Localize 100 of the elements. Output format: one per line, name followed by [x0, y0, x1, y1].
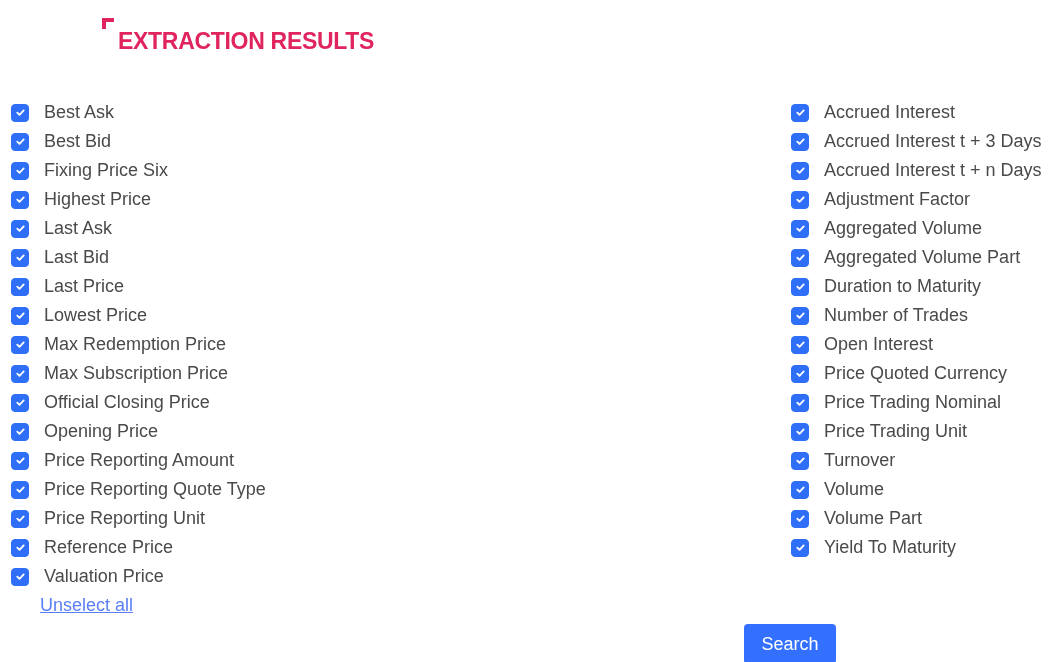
- check-icon: [794, 310, 806, 321]
- check-icon: [794, 107, 806, 118]
- checkbox[interactable]: [11, 248, 29, 267]
- field-label: Accrued Interest t + n Days: [824, 160, 1042, 181]
- field-label: Best Ask: [44, 102, 115, 123]
- checkbox[interactable]: [791, 132, 809, 151]
- field-label: Valuation Price: [44, 566, 164, 587]
- check-icon: [794, 223, 806, 234]
- field-label: Price Trading Nominal: [824, 392, 1002, 413]
- check-icon: [14, 223, 26, 234]
- check-icon: [14, 165, 26, 176]
- field-label: Opening Price: [44, 421, 159, 442]
- check-icon: [14, 339, 26, 350]
- check-icon: [794, 484, 806, 495]
- field-label: Official Closing Price: [44, 392, 210, 413]
- checkbox[interactable]: [11, 567, 29, 586]
- check-icon: [14, 252, 26, 263]
- checkbox[interactable]: [11, 306, 29, 325]
- check-icon: [14, 455, 26, 466]
- checkbox[interactable]: [11, 335, 29, 354]
- checkbox[interactable]: [791, 480, 809, 499]
- field-label: Last Bid: [44, 247, 110, 268]
- checkbox[interactable]: [791, 364, 809, 383]
- field-label: Open Interest: [824, 334, 934, 355]
- field-label: Number of Trades: [824, 305, 969, 326]
- check-icon: [794, 136, 806, 147]
- field-label: Adjustment Factor: [824, 189, 971, 210]
- field-label: Accrued Interest t + 3 Days: [824, 131, 1042, 152]
- checkbox[interactable]: [791, 393, 809, 412]
- checkbox[interactable]: [791, 451, 809, 470]
- field-label: Price Reporting Quote Type: [44, 479, 266, 500]
- check-icon: [14, 368, 26, 379]
- checkbox[interactable]: [11, 422, 29, 441]
- field-label: Max Redemption Price: [44, 334, 227, 355]
- check-icon: [14, 542, 26, 553]
- checkbox[interactable]: [791, 422, 809, 441]
- checkbox[interactable]: [791, 335, 809, 354]
- checkbox[interactable]: [791, 161, 809, 180]
- checkbox[interactable]: [11, 219, 29, 238]
- checkbox[interactable]: [791, 190, 809, 209]
- checkbox[interactable]: [791, 248, 809, 267]
- field-label: Aggregated Volume Part: [824, 247, 1021, 268]
- check-icon: [794, 426, 806, 437]
- unselect-all-link[interactable]: Unselect all: [40, 591, 134, 620]
- check-icon: [794, 397, 806, 408]
- checkbox[interactable]: [11, 190, 29, 209]
- check-icon: [794, 194, 806, 205]
- checkbox[interactable]: [11, 132, 29, 151]
- checkbox[interactable]: [11, 161, 29, 180]
- check-icon: [14, 136, 26, 147]
- field-label: Accrued Interest: [824, 102, 956, 123]
- field-label: Duration to Maturity: [824, 276, 982, 297]
- field-label: Price Quoted Currency: [824, 363, 1008, 384]
- checkbox[interactable]: [11, 451, 29, 470]
- checkbox[interactable]: [11, 103, 29, 122]
- checkbox[interactable]: [791, 103, 809, 122]
- search-button[interactable]: Search: [744, 624, 836, 662]
- checkbox[interactable]: [11, 393, 29, 412]
- check-icon: [794, 513, 806, 524]
- check-icon: [14, 397, 26, 408]
- check-icon: [794, 368, 806, 379]
- check-icon: [14, 107, 26, 118]
- check-icon: [14, 281, 26, 292]
- field-label: Volume: [824, 479, 885, 500]
- check-icon: [794, 339, 806, 350]
- field-label: Turnover: [824, 450, 896, 471]
- field-label: Reference Price: [44, 537, 174, 558]
- field-label: Last Ask: [44, 218, 113, 239]
- check-icon: [14, 513, 26, 524]
- checkbox[interactable]: [791, 538, 809, 557]
- checkbox[interactable]: [791, 509, 809, 528]
- field-label: Fixing Price Six: [44, 160, 169, 181]
- field-label: Last Price: [44, 276, 125, 297]
- check-icon: [794, 165, 806, 176]
- checkbox[interactable]: [11, 509, 29, 528]
- field-label: Price Reporting Amount: [44, 450, 235, 471]
- check-icon: [794, 542, 806, 553]
- section-title: EXTRACTION RESULTS: [118, 27, 376, 53]
- field-label: Lowest Price: [44, 305, 148, 326]
- checkbox[interactable]: [791, 277, 809, 296]
- checkbox[interactable]: [11, 538, 29, 557]
- checkbox[interactable]: [11, 277, 29, 296]
- checkbox[interactable]: [791, 219, 809, 238]
- field-label: Volume Part: [824, 508, 923, 529]
- field-label: Best Bid: [44, 131, 112, 152]
- field-label: Aggregated Volume: [824, 218, 983, 239]
- checkbox[interactable]: [791, 306, 809, 325]
- field-label: Highest Price: [44, 189, 152, 210]
- check-icon: [794, 252, 806, 263]
- field-label: Yield To Maturity: [824, 537, 957, 558]
- check-icon: [14, 484, 26, 495]
- check-icon: [794, 281, 806, 292]
- check-icon: [14, 310, 26, 321]
- field-label: Price Reporting Unit: [44, 508, 206, 529]
- checkbox[interactable]: [11, 480, 29, 499]
- corner-mark: [102, 18, 114, 29]
- check-icon: [14, 571, 26, 582]
- field-label: Price Trading Unit: [824, 421, 968, 442]
- checkbox[interactable]: [11, 364, 29, 383]
- check-icon: [14, 426, 26, 437]
